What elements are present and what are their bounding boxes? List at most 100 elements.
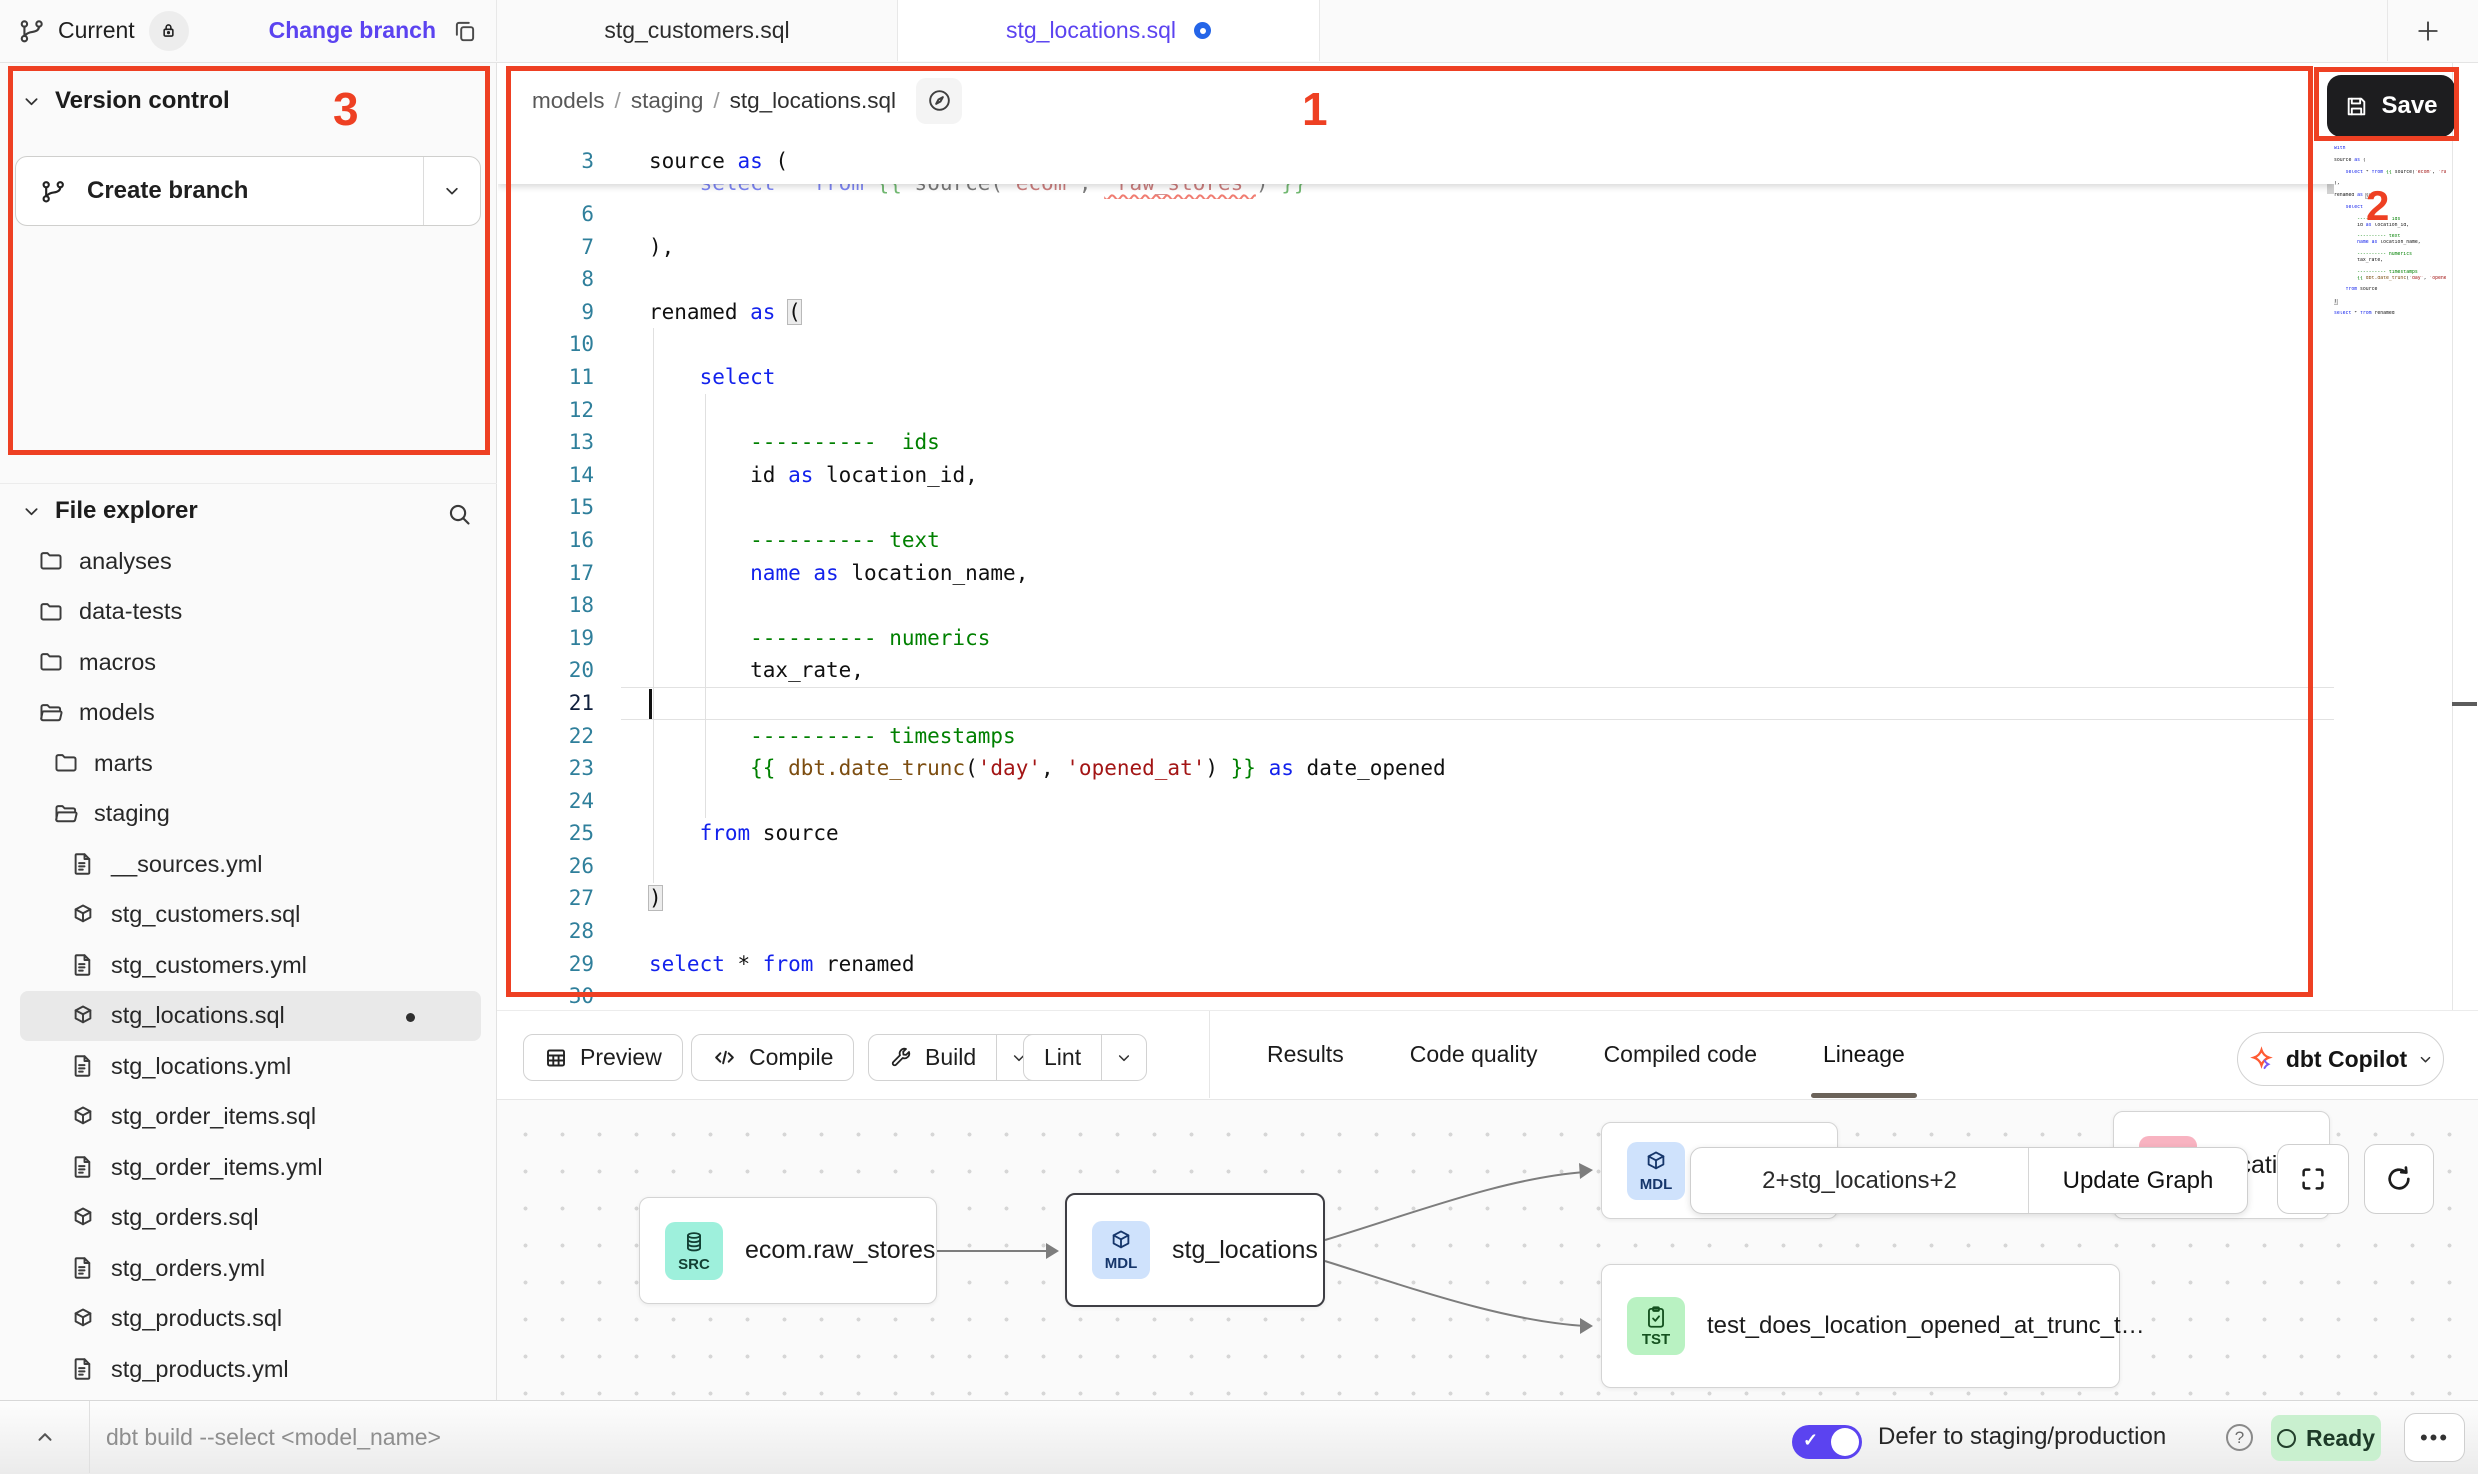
- file-item-stg_order_items.yml[interactable]: stg_order_items.yml: [20, 1142, 481, 1193]
- compile-button[interactable]: Compile: [691, 1034, 854, 1081]
- file-item-stg_locations.yml[interactable]: stg_locations.yml: [20, 1041, 481, 1092]
- tab-compiled-code[interactable]: Compiled code: [1604, 1041, 1757, 1068]
- clipboard-check-icon: [1643, 1304, 1669, 1330]
- build-button[interactable]: Build: [868, 1034, 1042, 1081]
- file-item-stg_orders.yml[interactable]: stg_orders.yml: [20, 1243, 481, 1294]
- code-line-20[interactable]: 20 tax_rate,: [498, 654, 2334, 687]
- cube-icon: [1643, 1149, 1669, 1175]
- lineage-selector-input[interactable]: 2+stg_locations+2: [1691, 1148, 2028, 1213]
- file-search-icon[interactable]: [446, 501, 473, 528]
- refresh-button[interactable]: [2364, 1144, 2434, 1214]
- code-line-7[interactable]: 7),: [498, 231, 2334, 264]
- file-item-stg_products.yml[interactable]: stg_products.yml: [20, 1344, 481, 1395]
- file-icon: [70, 1255, 96, 1281]
- version-control-title: Version control: [55, 87, 230, 115]
- code-line-23[interactable]: 23 {{ dbt.date_trunc('day', 'opened_at')…: [498, 752, 2334, 785]
- file-item-stg_customers.yml[interactable]: stg_customers.yml: [20, 940, 481, 991]
- ready-label: Ready: [2306, 1425, 2375, 1452]
- fullscreen-button[interactable]: [2277, 1144, 2349, 1214]
- code-line-11[interactable]: 11 select: [498, 361, 2334, 394]
- folder-open-icon: [38, 700, 64, 726]
- file-item-label: stg_locations.yml: [111, 1053, 291, 1080]
- code-line-8[interactable]: 8: [498, 263, 2334, 296]
- code-line-6[interactable]: 6: [498, 198, 2334, 231]
- ready-status-badge[interactable]: Ready: [2271, 1415, 2381, 1461]
- help-icon[interactable]: ?: [2226, 1424, 2253, 1451]
- code-editor[interactable]: 67),89renamed as (1011 select1213 ------…: [498, 138, 2334, 1010]
- file-item-models[interactable]: models: [20, 688, 481, 739]
- code-line-22[interactable]: 22 ---------- timestamps: [498, 720, 2334, 753]
- code-line-28[interactable]: 28: [498, 915, 2334, 948]
- file-item-stg_customers.sql[interactable]: stg_customers.sql: [20, 890, 481, 941]
- code-line-9[interactable]: 9renamed as (: [498, 296, 2334, 329]
- code-line-12[interactable]: 12: [498, 394, 2334, 427]
- code-line-19[interactable]: 19 ---------- numerics: [498, 622, 2334, 655]
- database-icon: [681, 1229, 707, 1255]
- code-line-25[interactable]: 25 from source: [498, 817, 2334, 850]
- code-line-30[interactable]: 30: [498, 980, 2334, 1010]
- code-line-17[interactable]: 17 name as location_name,: [498, 557, 2334, 590]
- clipped-line: select * from {{ source('ecom', 'raw_sto…: [498, 184, 2334, 199]
- code-line-18[interactable]: 18: [498, 589, 2334, 622]
- defer-toggle[interactable]: ✓: [1792, 1425, 1862, 1459]
- tab-code-quality[interactable]: Code quality: [1410, 1041, 1538, 1068]
- code-line-24[interactable]: 24: [498, 785, 2334, 818]
- file-item-stg_order_items.sql[interactable]: stg_order_items.sql: [20, 1092, 481, 1143]
- save-button[interactable]: Save: [2327, 75, 2455, 137]
- file-item-stg_products.sql[interactable]: stg_products.sql: [20, 1294, 481, 1345]
- lint-dropdown[interactable]: [1101, 1035, 1146, 1080]
- check-icon: ✓: [1803, 1430, 1818, 1451]
- file-item-stg_locations.sql[interactable]: stg_locations.sql: [20, 991, 481, 1042]
- code-line-10[interactable]: 10: [498, 328, 2334, 361]
- code-line-14[interactable]: 14 id as location_id,: [498, 459, 2334, 492]
- file-icon: [70, 952, 96, 978]
- new-tab-button[interactable]: [2414, 17, 2442, 45]
- file-item-analyses[interactable]: analyses: [20, 536, 481, 587]
- lineage-canvas[interactable]: SRC ecom.raw_stores MDL stg_locations MD…: [497, 1100, 2478, 1400]
- collapse-panel-button[interactable]: [0, 1401, 90, 1473]
- create-branch-main[interactable]: Create branch: [16, 157, 423, 225]
- tab-stg_customers[interactable]: stg_customers.sql: [497, 0, 898, 61]
- copy-branch-icon[interactable]: [452, 18, 478, 44]
- panel-resize-handle[interactable]: [2452, 702, 2477, 706]
- badge-label: MDL: [1105, 1255, 1138, 1272]
- tab-stg_locations[interactable]: stg_locations.sql: [898, 0, 1320, 61]
- lint-button[interactable]: Lint: [1023, 1034, 1147, 1081]
- file-explorer-header[interactable]: File explorer: [22, 497, 198, 525]
- minimap[interactable]: withsource as ( select * from {{ source(…: [2334, 146, 2446, 323]
- file-item-stg_orders.sql[interactable]: stg_orders.sql: [20, 1193, 481, 1244]
- version-control-header[interactable]: Version control: [22, 87, 230, 115]
- file-item-marts[interactable]: marts: [20, 738, 481, 789]
- lineage-node-stg-locations[interactable]: MDL stg_locations: [1065, 1193, 1325, 1307]
- model-icon: [70, 1205, 96, 1231]
- preview-button[interactable]: Preview: [523, 1034, 683, 1081]
- breadcrumb-staging: staging: [631, 88, 704, 113]
- code-line-27[interactable]: 27): [498, 882, 2334, 915]
- file-item-data-tests[interactable]: data-tests: [20, 587, 481, 638]
- more-options-button[interactable]: •••: [2404, 1413, 2465, 1462]
- file-item-staging[interactable]: staging: [20, 789, 481, 840]
- lineage-node-source[interactable]: SRC ecom.raw_stores: [639, 1197, 937, 1304]
- code-line-29[interactable]: 29select * from renamed: [498, 948, 2334, 981]
- tab-lineage[interactable]: Lineage: [1823, 1041, 1905, 1068]
- code-line-16[interactable]: 16 ---------- text: [498, 524, 2334, 557]
- file-info-button[interactable]: [916, 78, 962, 124]
- tab-results[interactable]: Results: [1267, 1041, 1344, 1068]
- action-toolbar: Preview Compile Build Lint: [497, 1010, 2478, 1100]
- create-branch-dropdown[interactable]: [423, 157, 480, 225]
- file-item-__sources.yml[interactable]: __sources.yml: [20, 839, 481, 890]
- code-line-21[interactable]: 21: [498, 687, 2334, 720]
- file-item-macros[interactable]: macros: [20, 637, 481, 688]
- code-line-15[interactable]: 15: [498, 491, 2334, 524]
- create-branch-button[interactable]: Create branch: [15, 156, 481, 226]
- code-line-13[interactable]: 13 ---------- ids: [498, 426, 2334, 459]
- update-graph-button[interactable]: Update Graph: [2028, 1148, 2247, 1213]
- lineage-node-test[interactable]: TST test_does_location_opened_at_trunc_t…: [1601, 1264, 2120, 1388]
- file-item-label: stg_customers.yml: [111, 952, 307, 979]
- create-branch-label: Create branch: [87, 177, 248, 205]
- change-branch-link[interactable]: Change branch: [269, 17, 436, 44]
- compile-label: Compile: [749, 1044, 833, 1071]
- code-line-26[interactable]: 26: [498, 850, 2334, 883]
- command-input[interactable]: dbt build --select <model_name>: [106, 1401, 441, 1473]
- dbt-copilot-button[interactable]: dbt Copilot: [2237, 1032, 2444, 1086]
